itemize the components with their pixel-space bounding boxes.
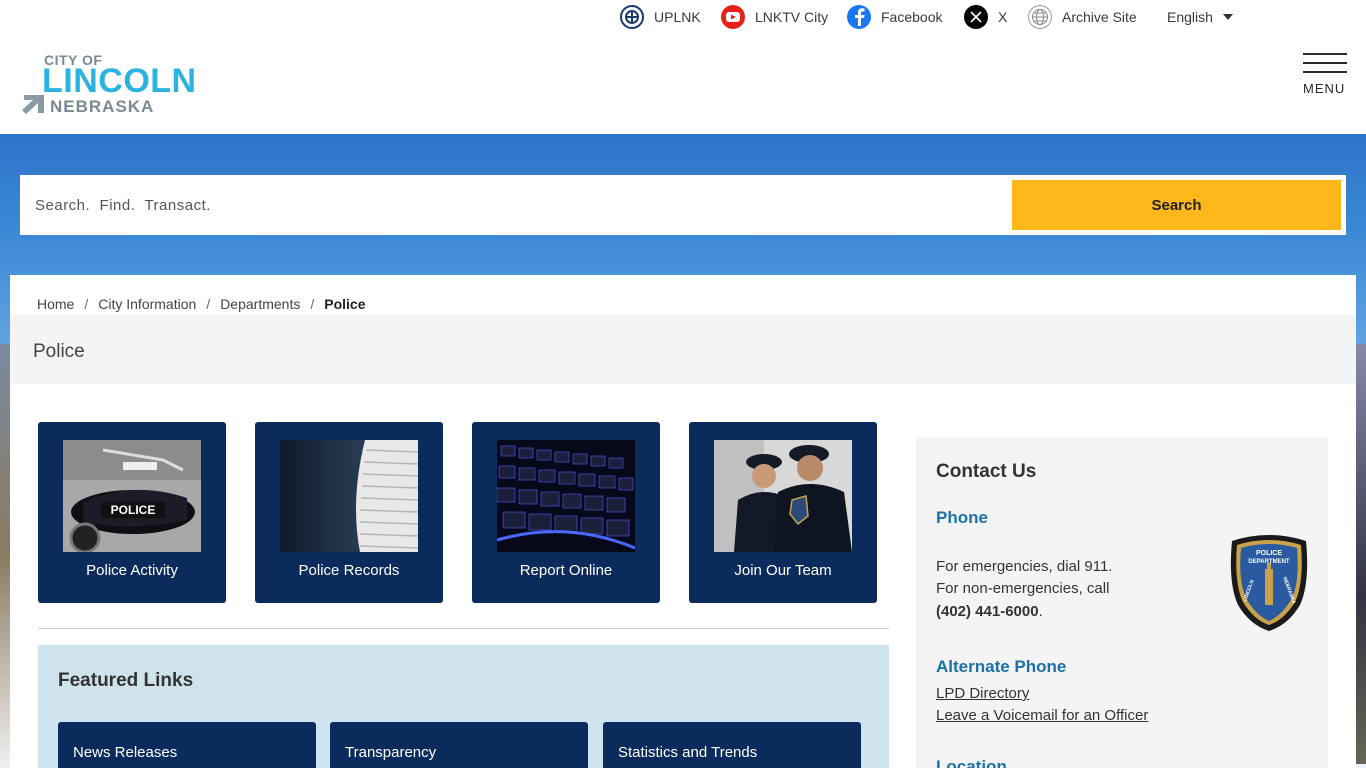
- keyboard-image: [497, 440, 635, 552]
- lnktv-label: LNKTV City: [755, 9, 829, 25]
- phone-heading: Phone: [936, 508, 988, 527]
- tile-label: Police Activity: [86, 562, 178, 579]
- search-button[interactable]: Search: [1012, 180, 1341, 230]
- uplnk-icon: [620, 5, 644, 29]
- menu-button[interactable]: MENU: [1300, 50, 1350, 98]
- breadcrumb: Home / City Information / Departments / …: [37, 296, 366, 312]
- featured-link-news-releases[interactable]: News Releases: [58, 722, 316, 768]
- phone-emergency-text: For emergencies, dial 911.: [936, 558, 1113, 575]
- breadcrumb-city-information[interactable]: City Information: [98, 296, 196, 312]
- tile-police-activity[interactable]: POLICE Police Activity: [38, 422, 226, 603]
- featured-link-transparency[interactable]: Transparency: [330, 722, 588, 768]
- location-heading: Location: [936, 757, 1007, 768]
- logo-nebraska: NEBRASKA: [50, 97, 155, 116]
- tile-label: Join Our Team: [734, 562, 832, 579]
- x-icon: [964, 5, 988, 29]
- svg-text:POLICE: POLICE: [111, 503, 156, 517]
- main-content: Police Home / City Information / Departm…: [10, 275, 1356, 768]
- lnktv-link[interactable]: LNKTV City: [721, 4, 828, 30]
- language-select[interactable]: English: [1167, 4, 1233, 30]
- utility-bar: UPLNK LNKTV City Facebook X Archive Site…: [0, 0, 1366, 34]
- youtube-icon: [721, 5, 745, 29]
- menu-label: MENU: [1303, 81, 1346, 96]
- archive-site-link[interactable]: Archive Site: [1028, 4, 1137, 30]
- svg-text:DEPARTMENT: DEPARTMENT: [1248, 559, 1290, 565]
- search-bar: Search: [20, 175, 1346, 235]
- featured-links-section: Featured Links News Releases Transparenc…: [38, 645, 889, 768]
- language-label: English: [1167, 9, 1213, 25]
- tile-label: Police Records: [298, 562, 400, 579]
- archive-site-label: Archive Site: [1062, 9, 1137, 25]
- police-motorcycle-image: POLICE: [63, 440, 201, 552]
- logo-arrow-icon: [22, 95, 44, 114]
- x-label: X: [998, 9, 1008, 25]
- featured-link-statistics[interactable]: Statistics and Trends: [603, 722, 861, 768]
- alternate-phone-heading: Alternate Phone: [936, 657, 1067, 676]
- caret-down-icon: [1222, 14, 1233, 20]
- facebook-link[interactable]: Facebook: [847, 4, 942, 30]
- svg-text:POLICE: POLICE: [1256, 550, 1282, 557]
- page-title-bar: Police: [10, 315, 1356, 384]
- tile-join-our-team[interactable]: Join Our Team: [689, 422, 877, 603]
- tile-report-online[interactable]: Report Online: [472, 422, 660, 603]
- breadcrumb-home[interactable]: Home: [37, 296, 74, 312]
- breadcrumb-current: Police: [324, 296, 366, 312]
- globe-icon: [1028, 5, 1052, 29]
- search-input[interactable]: [20, 175, 1010, 235]
- divider: [38, 628, 889, 629]
- lpd-directory-link[interactable]: LPD Directory: [936, 685, 1029, 702]
- police-badge-icon: POLICE DEPARTMENT LINCOLN NEBRASKA: [1230, 535, 1308, 631]
- facebook-label: Facebook: [881, 9, 943, 25]
- phone-number: (402) 441-6000.: [936, 603, 1043, 620]
- logo-lincoln: LINCOLN: [42, 62, 197, 100]
- city-logo[interactable]: CITY OF LINCOLN NEBRASKA: [18, 52, 214, 118]
- paper-stack-image: [280, 440, 418, 552]
- featured-links-heading: Featured Links: [58, 670, 194, 691]
- leave-voicemail-link[interactable]: Leave a Voicemail for an Officer: [936, 707, 1148, 724]
- officers-image: [714, 440, 852, 552]
- tile-label: Report Online: [519, 562, 613, 579]
- facebook-icon: [847, 5, 871, 29]
- contact-us-panel: Contact Us Phone For emergencies, dial 9…: [916, 437, 1328, 768]
- uplnk-link[interactable]: UPLNK: [620, 4, 701, 30]
- hamburger-icon: [1303, 53, 1347, 55]
- page-title: Police: [33, 341, 85, 362]
- phone-nonemergency-text: For non-emergencies, call: [936, 580, 1110, 597]
- tile-police-records[interactable]: Police Records: [255, 422, 443, 603]
- breadcrumb-departments[interactable]: Departments: [220, 296, 300, 312]
- contact-heading: Contact Us: [936, 461, 1037, 482]
- uplnk-label: UPLNK: [654, 9, 701, 25]
- x-link[interactable]: X: [964, 4, 1007, 30]
